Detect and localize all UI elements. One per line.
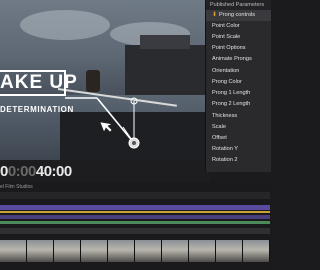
track-purple-2[interactable] [0,215,270,219]
clip-thumbnail [81,240,108,262]
clip-thumbnail [0,240,27,262]
group-label: Prong controls [219,12,256,18]
group-prong-controls[interactable]: ⬇ Prong controls [206,10,271,21]
param-animate-prongs[interactable]: Animate Prongs [206,54,271,65]
clip-thumbnail [162,240,189,262]
timeline-ruler[interactable] [0,192,270,199]
param-orientation[interactable]: Orientation [206,66,271,77]
clip-thumbnail [27,240,54,262]
published-parameters-panel: Published Parameters ⬇ Prong controls Poi… [205,0,271,172]
param-prong-1-length[interactable]: Prong 1 Length [206,88,271,99]
param-prong-color[interactable]: Prong Color [206,77,271,88]
track-gold[interactable] [0,211,270,213]
track-purple[interactable] [0,205,270,210]
param-point-options[interactable]: Point Options [206,43,271,54]
clip-thumbnail [135,240,162,262]
track-empty[interactable] [0,228,270,234]
clip-thumbnail [54,240,81,262]
studio-label: el Film Studios [0,184,33,190]
param-point-scale[interactable]: Point Scale [206,32,271,43]
video-viewer[interactable]: AKE UP DETERMINATION [0,0,210,160]
clip-thumbnail [243,240,270,262]
param-rotation-2[interactable]: Rotation 2 [206,155,271,166]
param-thickness[interactable]: Thickness [206,111,271,122]
panel-header: Published Parameters [206,0,271,10]
param-point-color[interactable]: Point Color [206,21,271,32]
timecode-display: 00:0040:00 [0,163,72,180]
group-icon: ⬇ [212,12,218,18]
clip-thumbnail [108,240,135,262]
onscreen-controls [65,97,140,149]
video-clip-strip[interactable] [0,240,270,262]
param-rotation-y[interactable]: Rotation Y [206,144,271,155]
clip-thumbnail [189,240,216,262]
param-prong-2-length[interactable]: Prong 2 Length [206,99,271,110]
clip-thumbnail [216,240,243,262]
param-scale[interactable]: Scale [206,122,271,133]
track-green[interactable] [0,221,270,224]
move-cursor-icon [99,121,113,133]
param-offset[interactable]: Offset [206,133,271,144]
